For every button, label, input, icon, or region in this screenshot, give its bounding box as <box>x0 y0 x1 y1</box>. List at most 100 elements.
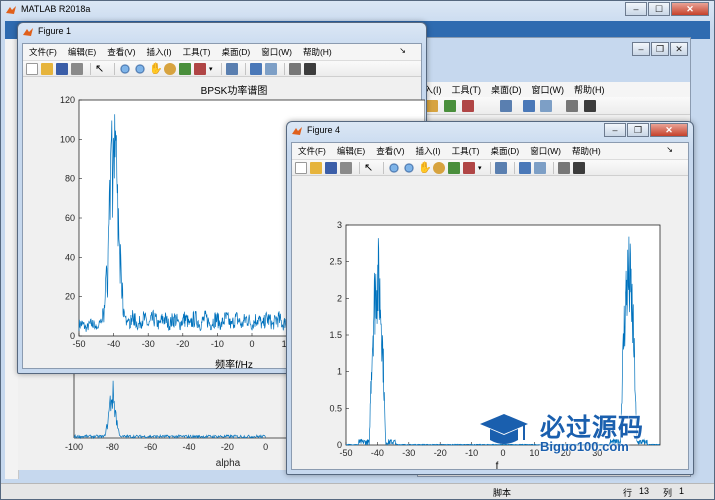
x-tick-label: -40 <box>371 448 384 458</box>
x-tick-label: 0 <box>249 339 254 349</box>
f1-menubar-overflow-icon[interactable]: ↘ <box>399 46 406 55</box>
bg-menu-tools[interactable]: 工具(T) <box>452 83 482 96</box>
figure4-restore-button[interactable]: ❐ <box>627 123 649 137</box>
f4-menu-tools[interactable]: 工具(T) <box>452 145 480 157</box>
hide-plot-tools-icon[interactable] <box>288 62 301 75</box>
figure4-logo-icon <box>292 127 302 135</box>
alpha-x-axis-label: alpha <box>216 458 241 469</box>
brush-icon[interactable] <box>194 62 206 75</box>
x-tick-label: -30 <box>142 339 155 349</box>
zoom-out-icon[interactable] <box>134 62 146 75</box>
toolbar-separator <box>359 161 360 174</box>
bg-datacursor-icon[interactable] <box>444 100 456 112</box>
y-tick-label: 20 <box>65 292 75 302</box>
figure4-minimize-button[interactable]: – <box>604 123 626 137</box>
brush-dropdown-icon[interactable]: ▾ <box>209 65 213 73</box>
rotate-icon[interactable] <box>433 161 445 174</box>
figure1-logo-icon <box>23 28 33 36</box>
f1-menu-tools[interactable]: 工具(T) <box>183 46 211 58</box>
hide-plot-tools-icon[interactable] <box>557 161 570 174</box>
legend-icon[interactable] <box>264 62 277 75</box>
f1-menu-edit[interactable]: 编辑(E) <box>68 46 96 58</box>
x-tick-label: -30 <box>402 448 415 458</box>
f4-menu-desktop[interactable]: 桌面(D) <box>490 145 519 157</box>
f4-menubar-overflow-icon[interactable]: ↘ <box>666 145 673 154</box>
brush-dropdown-icon[interactable]: ▾ <box>478 164 482 172</box>
legend-icon[interactable] <box>533 161 546 174</box>
f1-menu-help[interactable]: 帮助(H) <box>303 46 332 58</box>
bg-close-button[interactable]: ✕ <box>670 42 688 56</box>
link-plot-icon[interactable] <box>494 161 507 174</box>
alpha-x-tick-label: -20 <box>221 442 234 452</box>
new-figure-icon[interactable] <box>26 62 38 75</box>
brush-icon[interactable] <box>463 161 475 174</box>
zoom-in-icon[interactable] <box>119 62 131 75</box>
save-icon[interactable] <box>325 161 337 174</box>
main-window-title: MATLAB R2018a <box>21 4 91 14</box>
figure4-close-button[interactable]: ✕ <box>650 123 688 137</box>
f4-menu-view[interactable]: 查看(V) <box>376 145 404 157</box>
pan-icon[interactable]: ✋ <box>418 162 432 174</box>
toolbar-separator <box>489 161 491 174</box>
show-plot-tools-icon[interactable] <box>303 62 316 75</box>
f4-menu-insert[interactable]: 插入(I) <box>416 145 441 157</box>
pointer-icon[interactable]: ↖ <box>95 63 107 75</box>
link-plot-icon[interactable] <box>225 62 238 75</box>
f1-menu-view[interactable]: 查看(V) <box>107 46 135 58</box>
background-figure-controls: – ❐ ✕ <box>631 42 688 56</box>
data-cursor-icon[interactable] <box>448 161 460 174</box>
x-tick-label: -20 <box>176 339 189 349</box>
maximize-button[interactable]: ☐ <box>648 2 670 16</box>
close-button[interactable]: ✕ <box>671 2 709 16</box>
y-tick-label: 2.5 <box>329 257 342 267</box>
f4-menu-window[interactable]: 窗口(W) <box>530 145 561 157</box>
pointer-icon[interactable]: ↖ <box>364 162 376 174</box>
open-file-icon[interactable] <box>41 62 53 75</box>
bg-colorbar-icon[interactable] <box>523 100 535 112</box>
y-tick-label: 0 <box>337 440 342 450</box>
figure1-titlebar[interactable]: Figure 1 <box>18 23 426 43</box>
print-icon[interactable] <box>340 161 352 174</box>
f1-menu-insert[interactable]: 插入(I) <box>147 46 172 58</box>
f4-menu-edit[interactable]: 编辑(E) <box>337 145 365 157</box>
data-cursor-icon[interactable] <box>179 62 191 75</box>
colorbar-icon[interactable] <box>249 62 262 75</box>
zoom-out-icon[interactable] <box>403 161 415 174</box>
main-titlebar[interactable]: MATLAB R2018a – ☐ ✕ <box>1 1 714 21</box>
pan-icon[interactable]: ✋ <box>149 63 163 75</box>
status-col-label: 列 <box>663 488 673 498</box>
bg-restore-button[interactable]: ❐ <box>651 42 669 56</box>
bg-menu-desktop[interactable]: 桌面(D) <box>491 83 522 96</box>
background-toolbar <box>418 97 690 115</box>
f1-menu-desktop[interactable]: 桌面(D) <box>221 46 250 58</box>
f4-menu-help[interactable]: 帮助(H) <box>572 145 601 157</box>
f1-menu-window[interactable]: 窗口(W) <box>261 46 292 58</box>
show-plot-tools-icon[interactable] <box>572 161 585 174</box>
f4-menu-file[interactable]: 文件(F) <box>298 145 326 157</box>
f1-menu-file[interactable]: 文件(F) <box>29 46 57 58</box>
bg-link-icon[interactable] <box>500 100 512 112</box>
y-tick-label: 1 <box>337 367 342 377</box>
y-tick-label: 2 <box>337 293 342 303</box>
toolbar-separator <box>283 62 285 75</box>
bg-menu-help[interactable]: 帮助(H) <box>574 83 605 96</box>
new-figure-icon[interactable] <box>295 161 307 174</box>
figure4-titlebar[interactable]: Figure 4 – ❐ ✕ <box>287 122 693 142</box>
bg-legend-icon[interactable] <box>540 100 552 112</box>
bg-hide-tools-icon[interactable] <box>566 100 578 112</box>
figure4-title: Figure 4 <box>307 125 341 135</box>
bg-menu-window[interactable]: 窗口(W) <box>532 83 565 96</box>
zoom-in-icon[interactable] <box>388 161 400 174</box>
y-tick-label: 80 <box>65 174 75 184</box>
bg-minimize-button[interactable]: – <box>632 42 650 56</box>
print-icon[interactable] <box>71 62 83 75</box>
bg-rotate-icon[interactable] <box>426 100 438 112</box>
open-file-icon[interactable] <box>310 161 322 174</box>
rotate-icon[interactable] <box>164 62 176 75</box>
bg-show-tools-icon[interactable] <box>584 100 596 112</box>
minimize-button[interactable]: – <box>625 2 647 16</box>
matlab-logo-icon <box>6 6 16 14</box>
bg-brush-icon[interactable] <box>462 100 474 112</box>
save-icon[interactable] <box>56 62 68 75</box>
colorbar-icon[interactable] <box>518 161 531 174</box>
